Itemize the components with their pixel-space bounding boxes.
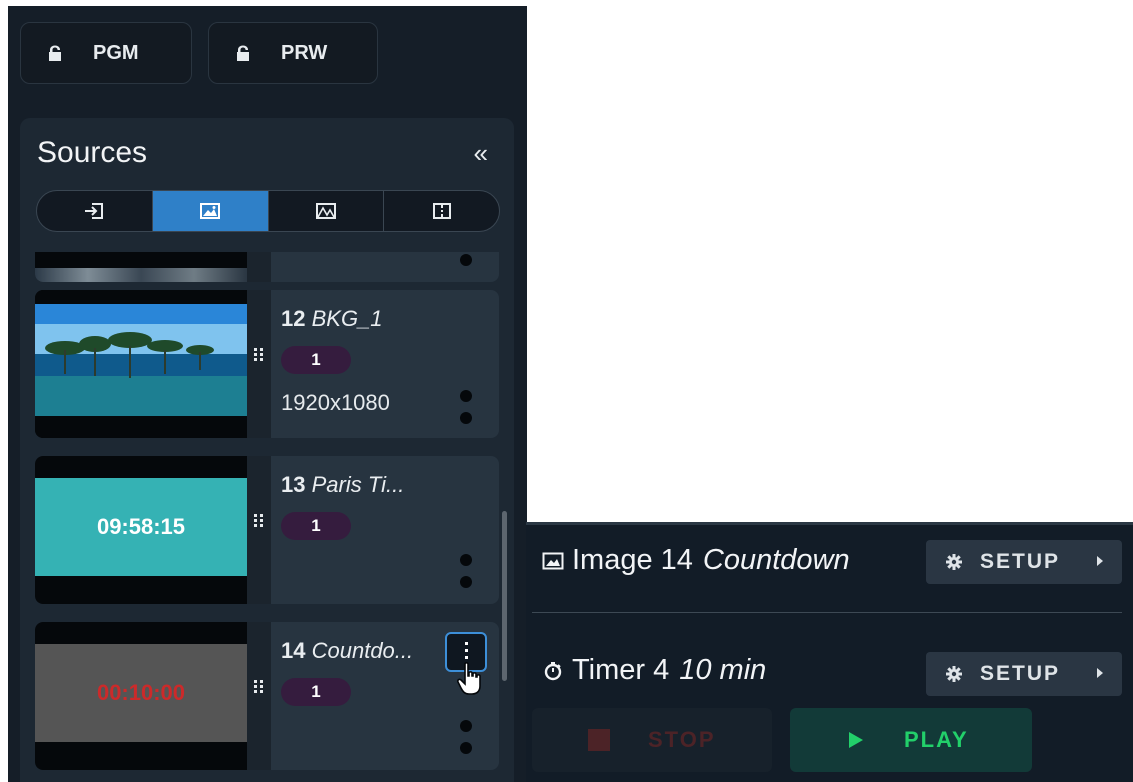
pgm-label: PGM (93, 41, 139, 64)
chevron-right-icon (1097, 556, 1103, 566)
prw-lock-button[interactable]: PRW (208, 22, 378, 84)
stop-icon (588, 729, 610, 751)
gear-icon (946, 554, 962, 570)
chevron-right-icon (1097, 668, 1103, 678)
play-icon (849, 732, 863, 748)
timer-icon (544, 661, 562, 680)
gear-icon (946, 666, 962, 682)
drag-handle[interactable] (247, 456, 271, 604)
tab-layouts[interactable] (384, 191, 499, 231)
image-setup-button[interactable]: SETUP (926, 540, 1122, 584)
thumbnail-time: 09:58:15 (96, 514, 186, 539)
source-list[interactable]: 12 BKG_1 1 1920x1080 09:58:15 13 Paris T (20, 252, 514, 782)
play-button[interactable]: PLAY (790, 708, 1032, 772)
image-row: Image 14 Countdown (542, 544, 850, 577)
split-layout-icon (432, 203, 451, 219)
more-options-icon[interactable] (460, 720, 472, 764)
more-options-icon[interactable] (460, 390, 472, 434)
timer-row: Timer 4 10 min (542, 654, 766, 687)
layer-badge: 1 (281, 678, 351, 706)
source-thumbnail (35, 252, 247, 282)
list-item[interactable] (35, 252, 499, 282)
drag-handle-icon (254, 680, 263, 693)
lock-icon (237, 45, 249, 61)
item-number: 12 (281, 306, 306, 331)
sources-title: Sources (37, 136, 148, 169)
stop-label: STOP (648, 727, 716, 752)
input-icon (85, 203, 104, 219)
source-thumbnail: 09:58:15 (35, 456, 247, 604)
drag-handle[interactable] (247, 290, 271, 438)
drag-handle-icon (254, 348, 263, 361)
drag-handle[interactable] (247, 622, 271, 770)
timer-thumbnail: 00:10:00 (35, 644, 247, 742)
source-type-tabs (36, 190, 500, 232)
item-number: 13 (281, 472, 306, 497)
list-item[interactable]: 09:58:15 13 Paris Ti... 1 (35, 456, 499, 604)
drag-handle-icon[interactable] (247, 252, 271, 282)
pgm-lock-button[interactable]: PGM (20, 22, 192, 84)
item-number: 14 (281, 638, 306, 663)
item-name: BKG_1 (311, 306, 383, 331)
thumbnail-time: 00:10:00 (96, 680, 186, 705)
drag-handle-icon (254, 514, 263, 527)
hand-cursor-icon (457, 662, 481, 695)
layer-badge: 1 (281, 512, 351, 540)
more-options-icon[interactable] (460, 254, 472, 276)
sources-scrollbar[interactable] (502, 511, 507, 681)
panel-top-edge (526, 522, 1133, 525)
divider (532, 612, 1122, 613)
source-thumbnail (35, 290, 247, 438)
landscape-thumbnail (35, 290, 247, 438)
item-name: Paris Ti... (311, 472, 405, 497)
item-title: 13 Paris Ti... (281, 472, 404, 498)
item-title: 12 BKG_1 (281, 306, 383, 332)
tab-images[interactable] (152, 191, 269, 231)
list-item[interactable]: 00:10:00 14 Countdo... 1 (35, 622, 499, 770)
layer-badge: 1 (281, 346, 351, 374)
overlay-image-icon (315, 203, 336, 219)
more-options-icon[interactable] (460, 554, 472, 598)
setup-label: SETUP (980, 662, 1061, 685)
image-icon (200, 203, 221, 219)
item-name: Countdo... (311, 638, 414, 663)
item-title: 14 Countdo... (281, 638, 413, 664)
image-label: Image 14 (572, 544, 693, 576)
timer-setup-button[interactable]: SETUP (926, 652, 1122, 696)
tab-inputs[interactable] (37, 191, 153, 231)
lock-icon (49, 45, 61, 61)
timer-value: 10 min (679, 654, 767, 686)
timer-thumbnail: 09:58:15 (35, 478, 247, 576)
tab-overlays[interactable] (269, 191, 385, 231)
play-label: PLAY (904, 727, 969, 752)
sources-panel: Sources « 12 BKG_1 1 1920x1080 09:58:15 … (20, 118, 514, 782)
stop-button[interactable]: STOP (532, 708, 772, 772)
setup-label: SETUP (980, 550, 1061, 573)
left-panel: PGM PRW Sources « 12 BKG_1 1 1920x1080 0… (8, 6, 527, 782)
image-name: Countdown (702, 544, 850, 576)
collapse-panel-icon[interactable]: « (474, 140, 488, 166)
source-thumbnail: 00:10:00 (35, 622, 247, 770)
resolution-text: 1920x1080 (281, 390, 390, 415)
image-icon (542, 552, 564, 569)
list-item[interactable]: 12 BKG_1 1 1920x1080 (35, 290, 499, 438)
prw-label: PRW (281, 41, 328, 64)
timer-label: Timer 4 (572, 654, 670, 686)
detail-panel: Image 14 Countdown SETUP Timer 4 10 min … (526, 522, 1133, 782)
